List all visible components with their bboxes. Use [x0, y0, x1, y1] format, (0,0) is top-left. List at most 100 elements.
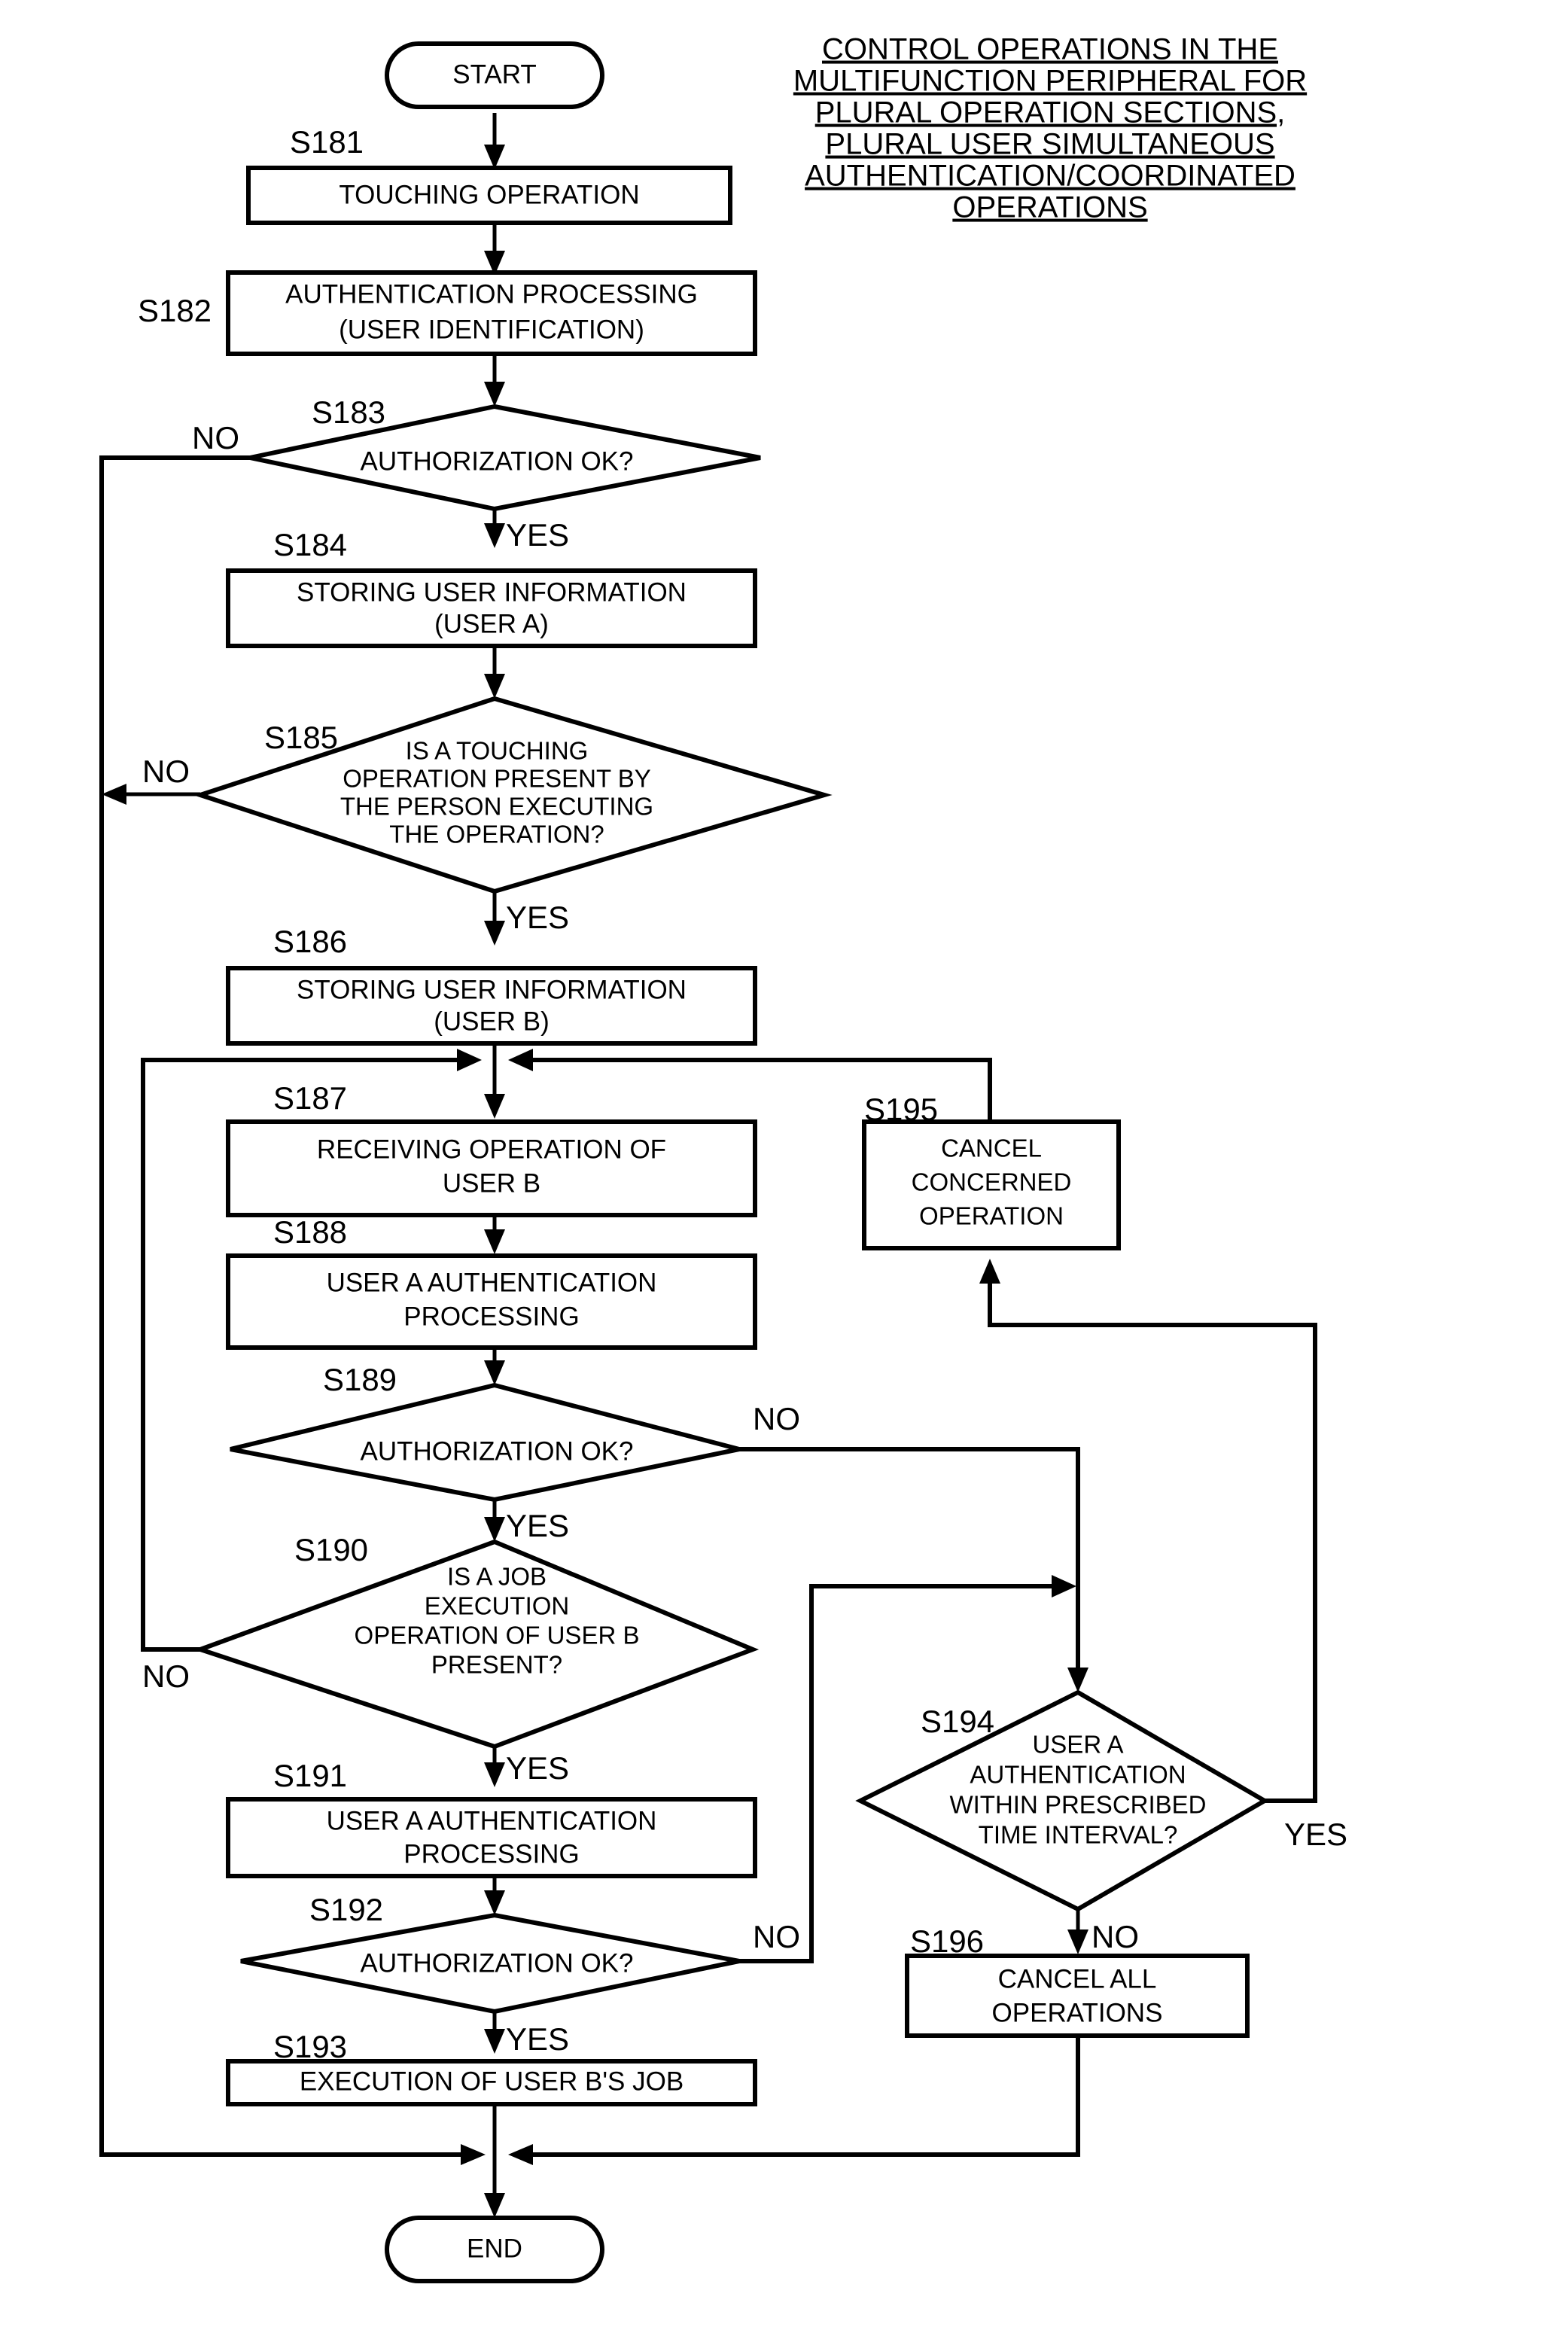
- s184-line-2: (USER A): [434, 609, 549, 638]
- node-s181[interactable]: S181 TOUCHING OPERATION: [246, 124, 732, 225]
- s185-line-2: OPERATION PRESENT BY: [343, 765, 651, 793]
- step-label-s185: S185: [264, 720, 338, 755]
- edge-label-s190-no: NO: [142, 1658, 190, 1694]
- s185-line-1: IS A TOUCHING: [406, 737, 589, 765]
- step-label-s194: S194: [921, 1704, 994, 1739]
- start-label: START: [452, 59, 537, 89]
- s195-line-3: OPERATION: [919, 1202, 1064, 1230]
- s194-line-2: AUTHENTICATION: [970, 1761, 1186, 1789]
- arrowhead-s183-no: [461, 2144, 486, 2165]
- s194-line-3: WITHIN PRESCRIBED: [949, 1791, 1206, 1819]
- arrowhead-s182-s183: [484, 382, 505, 407]
- node-s189[interactable]: S189 AUTHORIZATION OK? NO YES: [230, 1362, 800, 1543]
- step-label-s190: S190: [294, 1532, 368, 1567]
- arrowhead-s194-no: [1067, 1929, 1088, 1954]
- arrowhead-junction-end: [484, 2193, 505, 2218]
- arrowhead-s188-s189: [484, 1360, 505, 1385]
- s186-line-2: (USER B): [434, 1007, 550, 1036]
- s182-line-2: (USER IDENTIFICATION): [339, 315, 644, 344]
- s185-line-4: THE OPERATION?: [389, 821, 604, 848]
- edge-label-s192-yes: YES: [506, 2021, 569, 2057]
- arrowhead-s187-s188: [484, 1229, 505, 1254]
- arrowhead-s190-no: [457, 1049, 482, 1071]
- edge-label-s192-no: NO: [753, 1919, 800, 1954]
- s186-line-1: STORING USER INFORMATION: [297, 975, 687, 1004]
- step-label-s191: S191: [273, 1758, 347, 1793]
- s194-line-4: TIME INTERVAL?: [979, 1821, 1178, 1849]
- s185-line-3: THE PERSON EXECUTING: [340, 793, 653, 821]
- edge-s189-no: [739, 1447, 1080, 1679]
- flowchart-svg: CONTROL OPERATIONS IN THE MULTIFUNCTION …: [99, 33, 1347, 2283]
- s182-line-1: AUTHENTICATION PROCESSING: [285, 279, 698, 309]
- edge-label-s183-yes: YES: [506, 517, 569, 553]
- edge-label-s185-yes: YES: [506, 900, 569, 935]
- arrowhead-s191-s192: [484, 1890, 505, 1915]
- edge-label-s183-no: NO: [192, 420, 239, 455]
- s196-line-1: CANCEL ALL: [998, 1964, 1157, 1993]
- node-s182[interactable]: S182 AUTHENTICATION PROCESSING (USER IDE…: [138, 270, 757, 356]
- title-line-2: MULTIFUNCTION PERIPHERAL FOR: [793, 65, 1307, 98]
- s195-line-2: CONCERNED: [912, 1168, 1072, 1196]
- step-label-s182: S182: [138, 293, 212, 328]
- s181-line-1: TOUCHING OPERATION: [339, 180, 639, 209]
- step-label-s181: S181: [290, 124, 364, 160]
- edge-label-s190-yes: YES: [506, 1750, 569, 1786]
- edge-label-s189-yes: YES: [506, 1508, 569, 1543]
- arrowhead-s196-end: [508, 2144, 533, 2165]
- arrowhead-s186-s187: [484, 1094, 505, 1119]
- step-label-s186: S186: [273, 924, 347, 959]
- arrowhead-s192-no: [1052, 1575, 1076, 1597]
- title-line-3: PLURAL OPERATION SECTIONS,: [815, 96, 1286, 129]
- s193-line-1: EXECUTION OF USER B'S JOB: [300, 2067, 684, 2096]
- arrowhead-s183-yes: [484, 523, 505, 548]
- s190-line-2: EXECUTION: [425, 1592, 570, 1620]
- s194-line-1: USER A: [1032, 1731, 1123, 1759]
- s190-line-1: IS A JOB: [447, 1563, 547, 1591]
- arrowhead-s195-s187: [508, 1049, 533, 1071]
- s188-line-2: PROCESSING: [403, 1302, 579, 1331]
- figure-title: CONTROL OPERATIONS IN THE MULTIFUNCTION …: [793, 33, 1307, 224]
- edge-label-s194-no: NO: [1092, 1919, 1139, 1954]
- flowchart-page: CONTROL OPERATIONS IN THE MULTIFUNCTION …: [0, 0, 1568, 2330]
- edge-label-s194-yes: YES: [1284, 1817, 1347, 1852]
- edge-label-s185-no: NO: [142, 754, 190, 789]
- arrowhead-s184-s185: [484, 674, 505, 699]
- step-label-s188: S188: [273, 1214, 347, 1250]
- s183-line-1: AUTHORIZATION OK?: [361, 446, 634, 476]
- s187-line-1: RECEIVING OPERATION OF: [317, 1135, 666, 1164]
- node-s186[interactable]: S186 STORING USER INFORMATION (USER B): [226, 924, 757, 1046]
- s192-line-1: AUTHORIZATION OK?: [361, 1948, 634, 1978]
- arrowhead-s194-yes: [979, 1259, 1000, 1284]
- arrowhead-s185-yes: [484, 921, 505, 946]
- s190-line-3: OPERATION OF USER B: [355, 1622, 640, 1649]
- title-line-6: OPERATIONS: [952, 191, 1147, 224]
- node-end[interactable]: END: [385, 2216, 604, 2283]
- node-start[interactable]: START: [385, 41, 604, 109]
- node-s190[interactable]: S190 IS A JOB EXECUTION OPERATION OF USE…: [142, 1532, 760, 1786]
- title-line-1: CONTROL OPERATIONS IN THE: [822, 33, 1278, 66]
- step-label-s192: S192: [309, 1892, 383, 1927]
- s195-line-1: CANCEL: [941, 1135, 1042, 1162]
- step-label-s184: S184: [273, 527, 347, 562]
- step-label-s189: S189: [323, 1362, 397, 1397]
- s196-line-2: OPERATIONS: [992, 1998, 1163, 2027]
- node-s194[interactable]: S194 USER A AUTHENTICATION WITHIN PRESCR…: [855, 1689, 1347, 1954]
- arrowhead-s189-no: [1067, 1668, 1088, 1692]
- end-label: END: [467, 2234, 522, 2263]
- step-label-s187: S187: [273, 1080, 347, 1116]
- s187-line-2: USER B: [443, 1168, 540, 1198]
- s191-line-2: PROCESSING: [403, 1839, 579, 1869]
- node-s185[interactable]: S185 IS A TOUCHING OPERATION PRESENT BY …: [142, 696, 833, 935]
- arrowhead-s190-yes: [484, 1762, 505, 1787]
- edge-label-s189-no: NO: [753, 1401, 800, 1436]
- s191-line-1: USER A AUTHENTICATION: [327, 1806, 657, 1835]
- title-line-4: PLURAL USER SIMULTANEOUS: [825, 128, 1274, 161]
- step-label-s183: S183: [312, 394, 385, 430]
- s189-line-1: AUTHORIZATION OK?: [361, 1436, 634, 1466]
- s190-line-4: PRESENT?: [431, 1651, 562, 1679]
- title-line-5: AUTHENTICATION/COORDINATED: [805, 160, 1296, 193]
- arrowhead-s192-yes: [484, 2029, 505, 2054]
- node-s184[interactable]: S184 STORING USER INFORMATION (USER A): [226, 527, 757, 648]
- arrowhead-s189-yes: [484, 1517, 505, 1542]
- s184-line-1: STORING USER INFORMATION: [297, 577, 687, 607]
